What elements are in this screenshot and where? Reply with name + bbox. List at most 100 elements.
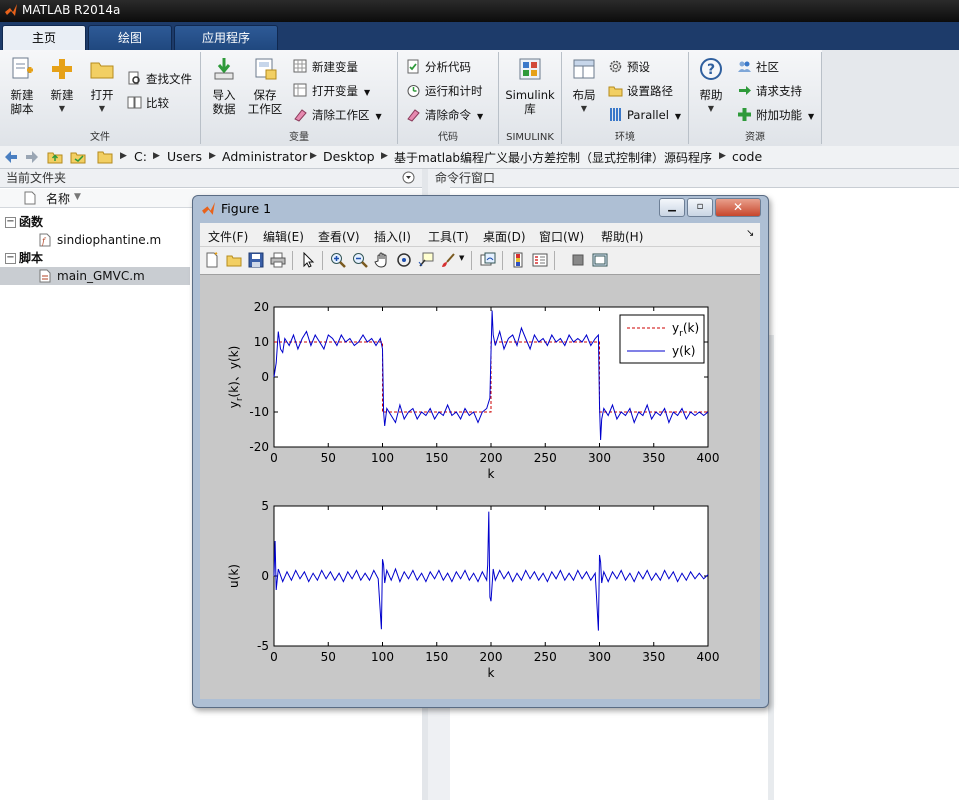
simulink-library-button[interactable]: Simulink 库 [503,56,557,116]
colorbar-icon[interactable] [510,252,526,268]
menu-insert[interactable]: 插入(I) [374,228,411,245]
open-variable-button[interactable]: 打开变量 ▼ [293,81,370,101]
panel-actions-chevron-icon[interactable] [402,171,415,184]
figure-title-bar[interactable]: Figure 1 ▁ ▫ ✕ [193,196,768,222]
file-type-column-icon [24,191,36,205]
zoom-in-icon[interactable] [330,252,346,268]
y-tick-label: 20 [254,300,269,314]
open-button[interactable]: 打开 ▼ [84,56,120,116]
axes-2: 0 50 100 150 200 250 300 350 400-505ku(k) [227,499,719,680]
group-scripts[interactable]: − 脚本 [0,249,190,267]
save-icon[interactable] [248,252,264,268]
parallel-chevron-down-icon[interactable]: ▼ [675,112,681,121]
save-workspace-button[interactable]: 保存 工作区 [245,56,285,116]
community-button[interactable]: 社区 [737,57,779,77]
new-chevron-down-icon[interactable]: ▼ [44,102,80,116]
new-script-button[interactable]: 新建 脚本 [4,56,40,116]
add-ons-chevron-down-icon[interactable]: ▼ [808,112,814,121]
minimize-button[interactable]: ▁ [659,198,685,217]
add-ons-plus-icon [738,108,751,121]
figure-canvas[interactable]: 0 50 100 150 200 250 300 350 400 -20 -10 0 10 20 k yr(k… [200,275,760,699]
list-item[interactable]: f sindiophantine.m [0,231,190,249]
brush-icon[interactable] [440,252,456,268]
data-cursor-icon[interactable] [418,252,434,268]
menu-file[interactable]: 文件(F) [208,228,248,245]
legend-entry-main: y [672,321,679,335]
run-and-time-button[interactable]: 运行和计时 [406,81,483,101]
simulink-section-label: SIMULINK [506,132,554,143]
collapse-minus-icon[interactable]: − [5,253,16,264]
axes-1: 0 50 100 150 200 250 300 350 400 -20 -10 0 10 20 k yr(k… [227,300,719,481]
group-scripts-label: 脚本 [19,251,44,265]
analyze-code-button[interactable]: 分析代码 [406,57,471,77]
request-support-button[interactable]: 请求支持 [737,81,802,101]
dock-arrow-icon[interactable]: ↘ [746,228,754,239]
path-crumb-administrator[interactable]: Administrator [222,149,307,164]
layout-chevron-down-icon[interactable]: ▼ [566,102,602,116]
up-folder-icon[interactable] [47,149,63,165]
figure-window[interactable]: Figure 1 ▁ ▫ ✕ 文件(F) 编辑(E) 查看(V) 插入(I) 工… [192,195,769,708]
request-support-label: 请求支持 [756,84,802,98]
menu-window[interactable]: 窗口(W) [539,228,584,245]
tab-plots[interactable]: 绘图 [88,25,172,51]
name-column-header[interactable]: 名称 [46,190,70,207]
open-chevron-down-icon[interactable]: ▼ [84,102,120,116]
compare-button[interactable]: 比较 [127,93,169,113]
maximize-button[interactable]: ▫ [687,198,713,217]
sort-chevron-down-icon[interactable]: ▼ [74,192,81,202]
collapse-minus-icon[interactable]: − [5,217,16,228]
clear-commands-button[interactable]: 清除命令 ▼ [406,105,483,125]
y-axis-label-rest: (k)、y(k) [227,346,241,398]
menu-help[interactable]: 帮助(H) [601,228,643,245]
add-ons-button[interactable]: 附加功能 ▼ [737,105,814,125]
import-data-button[interactable]: 导入 数据 [207,56,241,116]
path-crumb-users[interactable]: Users [167,149,202,164]
save-label-2: 工作区 [247,102,283,116]
open-file-icon[interactable] [226,252,242,268]
select-arrow-icon[interactable] [300,252,316,268]
layout-button[interactable]: 布局 ▼ [566,56,602,116]
find-files-button[interactable]: 查找文件 [127,69,192,89]
link-plot-icon[interactable] [480,252,496,268]
forward-arrow-icon[interactable] [24,149,40,165]
zoom-out-icon[interactable] [352,252,368,268]
set-path-button[interactable]: 设置路径 [608,81,673,101]
show-tools-icon[interactable] [592,252,608,268]
print-icon[interactable] [270,252,286,268]
parallel-button[interactable]: Parallel ▼ [608,105,681,125]
set-path-label: 设置路径 [627,84,673,98]
new-figure-icon[interactable] [204,252,220,268]
browse-folder-icon[interactable] [70,149,86,165]
menu-edit[interactable]: 编辑(E) [263,228,304,245]
help-button[interactable]: ? 帮助 ▼ [693,56,729,116]
clear-workspace-chevron-down-icon[interactable]: ▼ [376,112,382,121]
hide-tools-icon[interactable] [570,252,586,268]
legend-icon[interactable] [532,252,548,268]
path-crumb-code[interactable]: code [732,149,762,164]
new-variable-button[interactable]: 新建变量 [293,57,358,77]
command-window-header: 命令行窗口 [428,169,959,188]
path-crumb-project[interactable]: 基于matlab编程广义最小方差控制（显式控制律）源码程序 [394,149,712,166]
menu-view[interactable]: 查看(V) [318,228,360,245]
back-arrow-icon[interactable] [3,149,19,165]
clear-commands-chevron-down-icon[interactable]: ▼ [477,112,483,121]
preferences-button[interactable]: 预设 [608,57,650,77]
tab-home[interactable]: 主页 [2,25,86,52]
help-chevron-down-icon[interactable]: ▼ [693,102,729,116]
path-crumb-drive[interactable]: C: [134,149,147,164]
brush-chevron-down-icon[interactable]: ▼ [459,254,464,262]
list-item-selected[interactable]: main_GMVC.m [0,267,190,285]
figure-plots[interactable]: 0 50 100 150 200 250 300 350 400-20-1001020kyr(k… [200,275,760,699]
simulink-section: Simulink 库 SIMULINK [499,52,562,144]
path-crumb-desktop[interactable]: Desktop [323,149,375,164]
tab-apps[interactable]: 应用程序 [174,25,278,51]
menu-desktop[interactable]: 桌面(D) [483,228,526,245]
menu-tools[interactable]: 工具(T) [428,228,469,245]
clear-workspace-button[interactable]: 清除工作区 ▼ [293,105,382,125]
open-variable-chevron-down-icon[interactable]: ▼ [364,88,370,97]
rotate-3d-icon[interactable] [396,252,412,268]
new-button[interactable]: 新建 ▼ [44,56,80,116]
close-button[interactable]: ✕ [715,198,761,217]
pan-hand-icon[interactable] [374,252,390,268]
group-functions[interactable]: − 函数 [0,213,190,231]
